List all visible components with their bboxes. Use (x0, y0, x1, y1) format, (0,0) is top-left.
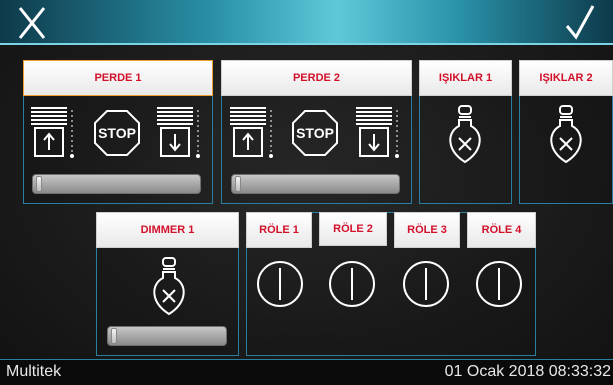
relay-4-toggle-button[interactable] (474, 259, 524, 309)
shutter-2-position-slider[interactable] (231, 174, 400, 194)
status-bar: Multitek 01 Ocak 2018 08:33:32 (0, 359, 613, 385)
light-2-toggle-button[interactable] (544, 104, 588, 174)
shutter-2-down-button[interactable] (352, 104, 404, 160)
shutter-2-up-button[interactable] (226, 104, 278, 160)
confirm-button[interactable] (553, 0, 603, 45)
datetime-label: 01 Ocak 2018 08:33:32 (444, 363, 611, 380)
light-2-label-button[interactable]: IŞIKLAR 2 (519, 60, 613, 96)
relay-1-toggle-button[interactable] (255, 259, 305, 309)
close-button[interactable] (14, 0, 64, 45)
dimmer-level-slider[interactable] (107, 326, 227, 346)
light-1-toggle-button[interactable] (443, 104, 487, 174)
shutter-1-label-button[interactable]: PERDE 1 (23, 60, 213, 96)
light-1-label-button[interactable]: IŞIKLAR 1 (419, 60, 512, 96)
shutter-1-position-slider[interactable] (32, 174, 201, 194)
relay-3-toggle-button[interactable] (401, 259, 451, 309)
power-toggle-icon (329, 261, 375, 307)
light-bulb-off-icon (449, 105, 481, 164)
power-toggle-icon (257, 261, 303, 307)
shutter-up-icon (230, 107, 273, 158)
relay-1-label-button[interactable]: RÖLE 1 (246, 212, 312, 248)
relay-4-label-button[interactable]: RÖLE 4 (467, 212, 536, 248)
shutter-2-label-button[interactable]: PERDE 2 (221, 60, 412, 96)
shutter-down-icon (157, 107, 200, 158)
power-toggle-icon (403, 261, 449, 307)
light-bulb-off-icon (153, 257, 185, 316)
shutter-1-up-button[interactable] (27, 104, 79, 160)
slider-knob[interactable] (111, 328, 117, 344)
dimmer-label-button[interactable]: DIMMER 1 (96, 212, 239, 248)
slider-knob[interactable] (36, 176, 42, 192)
shutter-1-down-button[interactable] (153, 104, 205, 160)
relay-2-toggle-button[interactable] (327, 259, 377, 309)
brand-label: Multitek (6, 363, 62, 380)
slider-knob[interactable] (235, 176, 241, 192)
shutter-up-icon (31, 107, 74, 158)
shutter-down-icon (356, 107, 399, 158)
shutter-2-stop-label: STOP (296, 125, 334, 141)
relay-3-label-button[interactable]: RÖLE 3 (394, 212, 460, 248)
relay-2-label-button[interactable]: RÖLE 2 (319, 212, 387, 246)
dimmer-toggle-button[interactable] (147, 256, 191, 326)
shutter-1-stop-label: STOP (98, 125, 136, 141)
checkmark-icon (565, 5, 595, 40)
top-bar (0, 0, 613, 45)
power-toggle-icon (476, 261, 522, 307)
close-x-icon (18, 7, 46, 39)
light-bulb-off-icon (550, 105, 582, 164)
